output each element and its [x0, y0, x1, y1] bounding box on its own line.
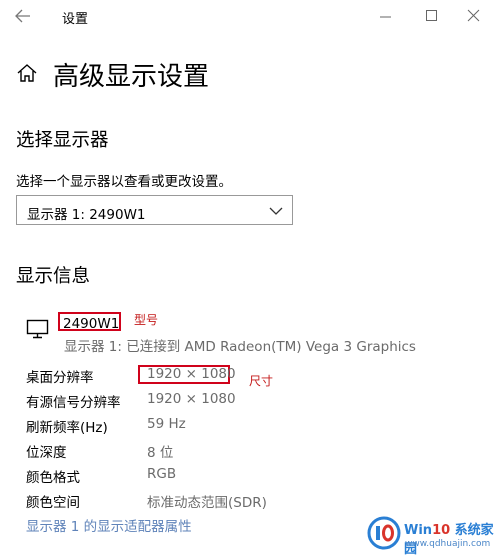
info-row-value: 1920 × 1080: [147, 391, 236, 407]
display-info-heading: 显示信息: [16, 266, 91, 287]
info-row-value: 1920 × 1080: [147, 366, 236, 382]
info-row-label: 颜色格式: [26, 470, 80, 486]
home-icon[interactable]: [16, 63, 38, 83]
display-dropdown-value: 显示器 1: 2490W1: [27, 207, 146, 223]
back-arrow-icon: [14, 9, 32, 28]
title-bar: 设置: [0, 0, 500, 33]
close-icon: [466, 8, 482, 24]
info-row-value: RGB: [147, 466, 177, 482]
watermark-logo: [367, 516, 401, 550]
select-display-description: 选择一个显示器以查看或更改设置。: [16, 174, 232, 190]
maximize-button[interactable]: [424, 8, 440, 24]
close-button[interactable]: [466, 8, 482, 24]
watermark-url: www.qdhuajin.com: [405, 539, 491, 549]
monitor-icon: [26, 318, 50, 340]
watermark-title: Win10 系统家园: [404, 523, 494, 557]
info-row-value: 59 Hz: [147, 416, 186, 432]
info-row-label: 有源信号分辨率: [26, 395, 121, 411]
info-row-label: 位深度: [26, 445, 67, 461]
size-annotation: 尺寸: [249, 374, 274, 388]
model-annotation: 型号: [134, 313, 159, 327]
minimize-icon: [378, 8, 394, 24]
display-model: 2490W1: [63, 316, 120, 332]
info-row-label: 刷新频率(Hz): [26, 420, 108, 436]
back-button[interactable]: [14, 8, 34, 26]
page-title: 高级显示设置: [53, 62, 210, 92]
display-connection: 显示器 1: 已连接到 AMD Radeon(TM) Vega 3 Graphi…: [64, 339, 416, 355]
info-row-label: 颜色空间: [26, 495, 80, 511]
display-dropdown[interactable]: 显示器 1: 2490W1: [16, 195, 293, 225]
info-row-value: 8 位: [147, 445, 174, 461]
adapter-properties-link[interactable]: 显示器 1 的显示适配器属性: [26, 515, 192, 535]
maximize-icon: [424, 8, 440, 24]
info-row-label: 桌面分辨率: [26, 370, 94, 386]
window-title: 设置: [62, 12, 89, 27]
select-display-heading: 选择显示器: [16, 130, 109, 151]
chevron-down-icon: [269, 203, 283, 217]
info-row-value: 标准动态范围(SDR): [147, 495, 267, 511]
minimize-button[interactable]: [378, 8, 394, 24]
